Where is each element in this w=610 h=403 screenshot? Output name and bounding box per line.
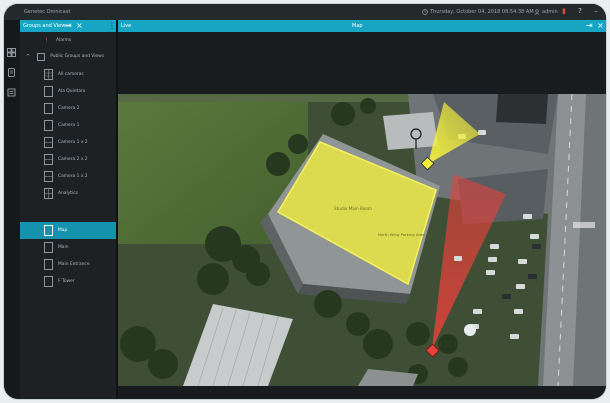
tree-item-map[interactable]: Map (20, 222, 116, 239)
title-bar: Genetec Omnicast Thursday, October 04, 2… (4, 4, 606, 20)
tree-item-view[interactable]: Ala Quintaro (20, 83, 116, 100)
tree-item-label: Alarms (56, 38, 72, 43)
grid-view-icon (44, 69, 53, 80)
tree-item-view[interactable]: Analytics (20, 185, 116, 202)
group-icon (37, 52, 46, 61)
app-window: Genetec Omnicast Thursday, October 04, 2… (4, 4, 606, 399)
single-view-icon (44, 103, 53, 114)
tree-item-view[interactable]: Camera 2 (20, 100, 116, 117)
clock-icon (422, 9, 428, 15)
tree-item-label: Public Groups and Views (50, 54, 105, 59)
map-tab-bar: Live Map ⇥ × (118, 20, 606, 32)
tree-item-public-groups[interactable]: ^ Public Groups and Views (20, 48, 116, 65)
single-view-icon (44, 259, 53, 270)
user-menu[interactable]: admin (534, 9, 558, 15)
panel-menu-icon[interactable]: ⋮ (108, 21, 116, 30)
map-close-icon[interactable]: × (597, 21, 604, 30)
tree-item-label: Camera 2 (58, 106, 80, 111)
map-view[interactable]: Studio Main Room North Wing Parking Area… (118, 94, 606, 386)
close-icon[interactable]: × (76, 21, 83, 30)
tree-item-view[interactable]: Camera 1 x 2 (20, 168, 116, 185)
tree-item-label: Camera 1 x 2 (58, 140, 88, 145)
panel-export-icon[interactable]: ⇥ (65, 21, 72, 30)
bell-icon[interactable]: ▮ (560, 7, 568, 15)
quad-view-icon (44, 188, 53, 199)
building-sublabel: North Wing Parking Area 02 (378, 232, 431, 237)
tree-item-view[interactable]: Camera 2 x 2 (20, 151, 116, 168)
groups-panel-title: Groups and Views (23, 23, 68, 29)
user-name: admin (542, 9, 558, 15)
tab-live[interactable]: Live (121, 23, 131, 29)
groups-panel: Groups and Views ⇥ × ⋮ ! Alarms ^ Public… (20, 20, 116, 399)
tree-item-view[interactable]: Main (20, 239, 116, 256)
map-top-band (118, 32, 606, 94)
minimize-icon[interactable]: – (592, 7, 600, 15)
chevron-up-icon[interactable]: ^ (26, 54, 30, 60)
tree-item-alarms[interactable]: ! Alarms (20, 32, 116, 49)
building-label: Studio Main Room (334, 206, 372, 211)
clock: Thursday, October 04, 2018 08:54:38 AM (422, 9, 534, 15)
clock-text: Thursday, October 04, 2018 08:54:38 AM (430, 9, 534, 15)
single-view-icon (44, 120, 53, 131)
single-view-icon (44, 86, 53, 97)
tree-item-label: Main Entrance (58, 262, 90, 267)
tree-item-label: Camera 1 (58, 123, 80, 128)
roof-dark (496, 94, 548, 124)
map-title: Map (352, 23, 363, 29)
tree-item-label: Ala Quintaro (58, 89, 86, 94)
single-view-icon (44, 242, 53, 253)
tree-item-view[interactable]: Main Entrance (20, 256, 116, 273)
tile-icon[interactable] (7, 48, 16, 57)
tree-item-label: Camera 1 x 2 (58, 174, 88, 179)
satellite-map: Studio Main Room North Wing Parking Area… (118, 94, 606, 386)
split-view-icon (44, 137, 53, 148)
groups-panel-header: Groups and Views ⇥ × ⋮ (20, 20, 116, 32)
tree-item-view[interactable]: Camera 1 (20, 117, 116, 134)
map-export-icon[interactable]: ⇥ (586, 21, 593, 30)
tree-item-label: F Tower (58, 279, 75, 284)
split-view-icon (44, 154, 53, 165)
alarm-icon: ! (45, 37, 48, 44)
tree-item-label: Map (58, 228, 68, 233)
single-view-icon (44, 276, 53, 287)
settings-icon[interactable] (7, 68, 16, 77)
tree-item-label: Camera 2 x 2 (58, 157, 88, 162)
user-icon (534, 9, 540, 15)
tree-item-label: All cameras (58, 72, 84, 77)
tree-item-label: Analytics (58, 191, 78, 196)
tree-item-view[interactable]: All cameras (20, 66, 116, 83)
app-title: Genetec Omnicast (24, 9, 71, 15)
help-icon[interactable]: ? (576, 7, 584, 15)
camera-icon[interactable] (7, 88, 16, 97)
map-view-icon (44, 225, 53, 236)
map-bottom-band (118, 386, 606, 399)
tree-item-view[interactable]: F Tower (20, 273, 116, 290)
split-view-icon (44, 171, 53, 182)
tree-item-label: Main (58, 245, 69, 250)
left-rail (4, 20, 20, 399)
crosswalk (573, 222, 595, 228)
dome-camera (464, 324, 476, 336)
tree-item-view[interactable]: Camera 1 x 2 (20, 134, 116, 151)
